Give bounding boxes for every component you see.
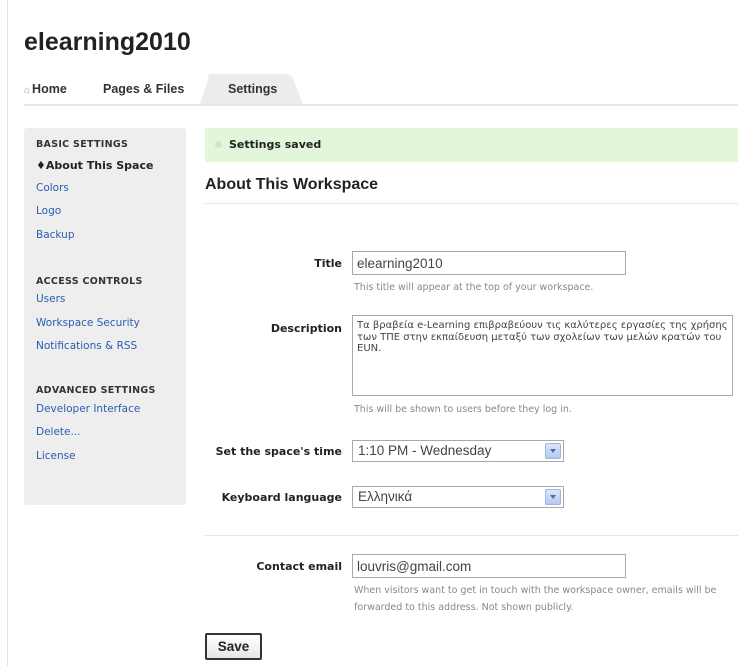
description-help-text: This will be shown to users before they … [354,404,572,415]
time-label: Set the space's time [215,445,342,458]
site-title[interactable]: elearning2010 [24,28,191,57]
save-button[interactable]: Save [205,633,262,660]
tab-pages-files[interactable]: Pages & Files [103,74,184,104]
title-label: Title [314,257,342,270]
contact-email-label: Contact email [256,560,342,573]
sidebar-item-logo[interactable]: Logo [36,205,61,217]
main-tabs: ⌂ Home Pages & Files Settings [24,74,738,106]
title-help-text: This title will appear at the top of you… [354,282,594,293]
notice-bullet-icon [215,141,222,148]
chevron-down-icon[interactable] [545,489,561,505]
contact-email-input[interactable] [352,554,626,578]
tab-home[interactable]: ⌂ Home [24,74,67,104]
title-input[interactable] [352,251,626,275]
contact-email-help-line-1: When visitors want to get in touch with … [354,585,717,596]
sidebar-item-users[interactable]: Users [36,293,65,305]
sidebar-heading-advanced: ADVANCED SETTINGS [36,385,156,396]
diamond-icon: ♦ [36,159,46,172]
description-textarea[interactable]: Τα βραβεία e-Learning επιβραβεύουν τις κ… [352,315,733,396]
house-icon: ⌂ [24,85,31,96]
sidebar-item-developer-interface[interactable]: Developer Interface [36,403,140,415]
keyboard-language-value: Ελληνικά [358,489,413,504]
sidebar-item-workspace-security[interactable]: Workspace Security [36,317,140,329]
sidebar-item-notifications-rss[interactable]: Notifications & RSS [36,340,137,352]
sidebar-heading-basic: BASIC SETTINGS [36,139,129,150]
sidebar-item-delete[interactable]: Delete... [36,426,81,438]
contact-email-help-line-2: forwarded to this address. Not shown pub… [354,602,574,613]
sidebar-item-license[interactable]: License [36,450,76,462]
sidebar-item-colors[interactable]: Colors [36,182,69,194]
notice-text: Settings saved [229,138,322,151]
tab-home-label: Home [32,82,67,96]
description-label: Description [270,322,342,335]
sidebar-item-label: About This Space [45,159,154,172]
sidebar-item-about-this-space[interactable]: ♦About This Space [36,159,153,172]
form-divider [205,535,738,536]
contact-email-help-text: When visitors want to get in touch with … [354,582,716,616]
section-divider [205,203,738,204]
section-title: About This Workspace [205,176,379,193]
settings-sidebar: BASIC SETTINGS ♦About This Space Colors … [24,128,186,505]
keyboard-language-select[interactable]: Ελληνικά [352,486,564,508]
chevron-down-icon[interactable] [545,443,561,459]
sidebar-heading-access: ACCESS CONTROLS [36,276,143,287]
sidebar-item-backup[interactable]: Backup [36,229,75,241]
time-select[interactable]: 1:10 PM - Wednesday [352,440,564,462]
page-left-border [7,0,8,666]
tab-settings[interactable]: Settings [200,74,303,104]
time-select-value: 1:10 PM - Wednesday [358,443,492,458]
keyboard-language-label: Keyboard language [221,491,342,504]
settings-saved-notice: Settings saved [205,128,738,162]
